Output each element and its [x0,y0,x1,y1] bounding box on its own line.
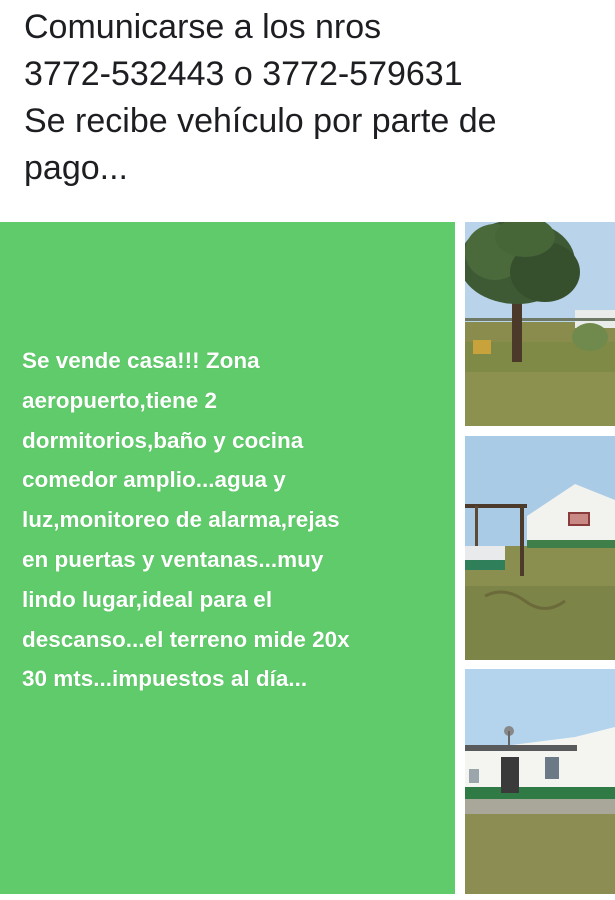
tree-yard-image [465,222,615,426]
post-caption: Comunicarse a los nros 3772-532443 o 377… [24,4,609,192]
house-front-image [465,669,615,894]
caption-line: Se recibe vehículo por parte de [24,102,497,140]
bottom-gap [0,894,615,900]
photo-house-side[interactable] [465,436,615,660]
caption-line: pago... [24,149,128,187]
caption-line-phones[interactable]: 3772-532443 o 3772-579631 [24,51,609,98]
ad-text: Se vende casa!!! Zona aeropuerto,tiene 2… [22,348,350,692]
ad-text-image[interactable]: Se vende casa!!! Zona aeropuerto,tiene 2… [0,222,455,894]
photo-house-front[interactable] [465,669,615,894]
caption-line: Comunicarse a los nros [24,8,382,46]
house-side-image [465,436,615,660]
photo-tree-yard[interactable] [465,222,615,426]
